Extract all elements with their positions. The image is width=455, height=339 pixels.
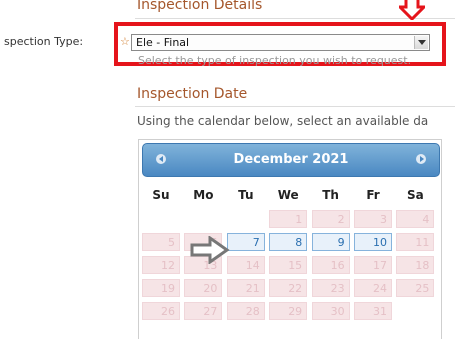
calendar-day-unavailable: 26 [142,302,180,320]
calendar-day-unavailable: 22 [269,279,308,297]
calendar-day-unavailable: 29 [269,302,308,320]
gray-right-arrow-annotation [190,236,230,264]
weekday-header: Fr [366,188,380,202]
calendar-day-unavailable: 28 [226,302,265,320]
calendar-day-unavailable: 15 [269,256,308,274]
weekday-header: Sa [407,188,424,202]
calendar-day-unavailable: 18 [396,256,435,274]
calendar-empty-cell [396,302,435,320]
calendar-day-unavailable: 21 [226,279,265,297]
inspection-date-heading: Inspection Date [137,86,248,102]
calendar-day-unavailable: 30 [311,302,350,320]
calendar-day-unavailable: 20 [184,279,223,297]
calendar-day-unavailable: 19 [142,279,180,297]
calendar-day-unavailable: 11 [396,233,435,251]
calendar-day-unavailable: 23 [311,279,350,297]
calendar-day-available[interactable]: 8 [269,233,308,251]
calendar-day-unavailable: 5 [142,233,180,251]
calendar-day-unavailable: 27 [184,302,223,320]
weekday-header: Tu [238,188,254,202]
calendar-day-available[interactable]: 7 [226,233,265,251]
weekday-header: Su [152,188,170,202]
calendar-day-unavailable: 12 [142,256,180,274]
weekday-header: We [277,188,299,202]
calendar-day-unavailable: 25 [396,279,435,297]
calendar-instructions: Using the calendar below, select an avai… [137,114,429,128]
inspection-details-heading: Inspection Details [137,0,263,13]
calendar-day-available[interactable]: 10 [354,233,392,251]
calendar-empty-cell [226,210,265,228]
calendar-day-unavailable: 16 [311,256,350,274]
calendar-day-unavailable: 2 [311,210,350,228]
date-picker-calendar: December 2021 SuMoTuWeThFrSa123456789101… [138,139,442,339]
calendar-header: December 2021 [142,143,440,177]
calendar-day-unavailable: 24 [354,279,392,297]
circle-chevron-right-icon[interactable] [416,154,426,164]
calendar-empty-cell [184,210,223,228]
calendar-day-available[interactable]: 9 [311,233,350,251]
calendar-day-unavailable: 1 [269,210,308,228]
weekday-header: Mo [193,188,214,202]
calendar-month-title: December 2021 [233,152,349,167]
weekday-header: Th [322,188,339,202]
heading-divider [135,106,455,107]
inspection-type-label: spection Type: [4,35,84,48]
calendar-day-unavailable: 3 [354,210,392,228]
calendar-empty-cell [142,210,180,228]
calendar-day-unavailable: 31 [354,302,392,320]
red-down-arrow-annotation [399,0,425,20]
calendar-day-unavailable: 4 [396,210,435,228]
calendar-day-unavailable: 17 [354,256,392,274]
inspection-type-help-text: Select the type of inspection you wish t… [138,54,412,67]
calendar-day-unavailable: 14 [226,256,265,274]
